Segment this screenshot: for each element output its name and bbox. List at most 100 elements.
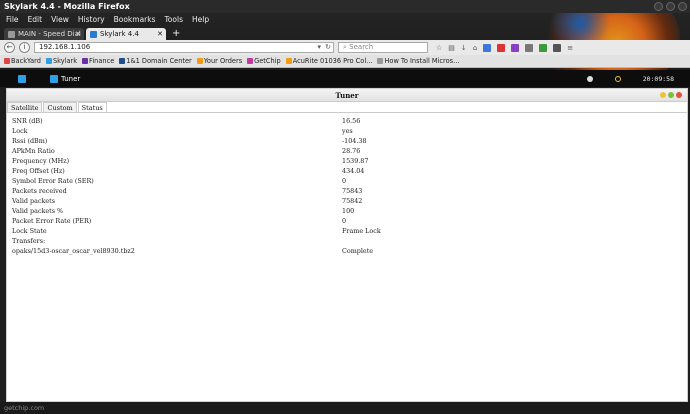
bookmark-label: AcuRite 01036 Pro Col... bbox=[292, 57, 373, 65]
table-row: APkMn Ratio 28.76 bbox=[7, 146, 687, 156]
reload-icon[interactable]: ↻ bbox=[325, 43, 331, 52]
tab-custom[interactable]: Custom bbox=[43, 102, 77, 112]
bookmark-install-micros[interactable]: How To Install Micros... bbox=[377, 57, 459, 65]
bookmark-your-orders[interactable]: Your Orders bbox=[196, 57, 242, 65]
menu-history[interactable]: History bbox=[78, 13, 105, 27]
maximize-button[interactable] bbox=[666, 2, 675, 11]
menu-help[interactable]: Help bbox=[192, 13, 209, 27]
extension-red-icon[interactable] bbox=[497, 43, 506, 52]
user-icon[interactable] bbox=[586, 75, 593, 82]
menu-edit[interactable]: Edit bbox=[28, 13, 43, 27]
tuner-app-icon[interactable] bbox=[50, 74, 58, 83]
menu-file[interactable]: File bbox=[6, 13, 19, 27]
extension-purple-icon[interactable] bbox=[511, 43, 520, 52]
page-icon bbox=[377, 58, 384, 64]
menu-tools[interactable]: Tools bbox=[165, 13, 183, 27]
row-value: 75842 bbox=[342, 197, 363, 205]
tuner-panel: Tuner Satellite Custom Status SNR (dB) 16… bbox=[6, 88, 688, 402]
menu-hamburger-icon[interactable]: ≡ bbox=[567, 44, 573, 52]
row-value: 0 bbox=[342, 177, 347, 185]
bookmark-label: How To Install Micros... bbox=[384, 57, 460, 65]
close-tab-icon[interactable]: ✕ bbox=[75, 28, 81, 40]
bookmark-backyard[interactable]: BackYard bbox=[4, 57, 41, 65]
url-dropdown-icon[interactable]: ▾ bbox=[317, 43, 321, 52]
extension-gray-icon[interactable] bbox=[525, 43, 534, 52]
table-row: Valid packets 75842 bbox=[7, 196, 687, 206]
row-key: Transfers: bbox=[12, 237, 46, 245]
table-row: Packet Error Rate (PER) 0 bbox=[7, 216, 687, 226]
library-icon[interactable]: ▤ bbox=[448, 44, 455, 52]
app-header-right: 20:09:58 bbox=[586, 70, 674, 87]
close-window-button[interactable] bbox=[678, 2, 687, 11]
row-value: -104.38 bbox=[342, 137, 367, 145]
info-icon[interactable]: i bbox=[19, 42, 30, 53]
new-tab-button[interactable]: + bbox=[168, 28, 184, 40]
window-titlebar: Skylark 4.4 - Mozilla Firefox bbox=[0, 0, 690, 13]
search-input[interactable]: ⌕ Search bbox=[338, 42, 428, 53]
extension-blue-icon[interactable] bbox=[483, 43, 492, 52]
row-key: Freq Offset (Hz) bbox=[12, 167, 65, 175]
skylark-logo-icon[interactable] bbox=[18, 74, 26, 83]
extension-dark-icon[interactable] bbox=[553, 43, 562, 52]
panel-header: Tuner bbox=[7, 89, 687, 102]
skylark-favicon-icon bbox=[90, 30, 97, 38]
row-value: 16.56 bbox=[342, 117, 361, 125]
row-key: APkMn Ratio bbox=[12, 147, 55, 155]
extension-green-icon[interactable] bbox=[539, 43, 548, 52]
row-value: Frame Lock bbox=[342, 227, 381, 235]
row-value: yes bbox=[342, 127, 353, 135]
star-icon[interactable]: ☆ bbox=[436, 44, 442, 52]
row-value: 28.76 bbox=[342, 147, 361, 155]
bookmark-label: BackYard bbox=[11, 57, 41, 65]
download-icon[interactable]: ↓ bbox=[461, 44, 467, 52]
menu-bookmarks[interactable]: Bookmarks bbox=[114, 13, 156, 27]
app-title[interactable]: Tuner bbox=[61, 75, 80, 83]
bookmark-label: GetChip bbox=[254, 57, 281, 65]
row-key: Valid packets % bbox=[12, 207, 64, 215]
back-button[interactable]: ← bbox=[4, 42, 15, 53]
bookmark-domain-center[interactable]: 1&1 Domain Center bbox=[119, 57, 192, 65]
bookmark-acurite[interactable]: AcuRite 01036 Pro Col... bbox=[285, 57, 373, 65]
row-value: 100 bbox=[342, 207, 355, 215]
url-bar[interactable]: 192.168.1.106 ▾ ↻ bbox=[34, 42, 334, 53]
menu-view[interactable]: View bbox=[51, 13, 69, 27]
app-header: Tuner 20:09:58 bbox=[0, 70, 690, 87]
amazon-icon bbox=[196, 58, 203, 64]
row-value: 1539.87 bbox=[342, 157, 369, 165]
row-value: Complete bbox=[342, 247, 374, 255]
row-value: 434.04 bbox=[342, 167, 365, 175]
panel-tabs: Satellite Custom Status bbox=[7, 102, 687, 113]
bookmark-favicon-icon bbox=[4, 58, 10, 64]
home-icon[interactable]: ⌂ bbox=[473, 44, 477, 52]
maximize-panel-button[interactable] bbox=[668, 92, 674, 98]
table-row: Packets received 75843 bbox=[7, 186, 687, 196]
table-row: SNR (dB) 16.56 bbox=[7, 116, 687, 126]
bookmark-label: Skylark bbox=[52, 57, 78, 65]
minimize-button[interactable] bbox=[654, 2, 663, 11]
bookmark-finance[interactable]: Finance bbox=[82, 57, 114, 65]
notification-icon[interactable] bbox=[614, 75, 621, 82]
tab-label: Skylark 4.4 bbox=[100, 30, 139, 38]
bookmark-skylark[interactable]: Skylark bbox=[45, 57, 78, 65]
url-text: 192.168.1.106 bbox=[39, 43, 91, 51]
clock: 20:09:58 bbox=[642, 74, 674, 83]
row-key: SNR (dB) bbox=[12, 117, 43, 125]
bookmark-favicon-icon bbox=[119, 58, 126, 64]
table-row: Transfers: bbox=[7, 236, 687, 246]
tab-label: MAIN - Speed Dial bbox=[18, 30, 81, 38]
search-placeholder: Search bbox=[349, 43, 374, 51]
bookmark-getchip[interactable]: GetChip bbox=[247, 57, 281, 65]
close-panel-button[interactable] bbox=[676, 92, 682, 98]
table-row: opaks/15d3-oscar_oscar_vel8930.tbz2 Compl… bbox=[7, 246, 687, 256]
table-row: Valid packets % 100 bbox=[7, 206, 687, 216]
tab-status[interactable]: Status bbox=[77, 102, 107, 112]
minimize-panel-button[interactable] bbox=[660, 92, 666, 98]
tab-satellite[interactable]: Satellite bbox=[7, 102, 43, 112]
tab-skylark[interactable]: Skylark 4.4 ✕ bbox=[86, 28, 166, 40]
bookmark-label: 1&1 Domain Center bbox=[126, 57, 192, 65]
window-title: Skylark 4.4 - Mozilla Firefox bbox=[4, 2, 130, 11]
tab-speed-dial[interactable]: MAIN - Speed Dial ✕ bbox=[4, 28, 84, 40]
close-tab-icon[interactable]: ✕ bbox=[157, 28, 163, 40]
status-bar: getchip.com bbox=[0, 402, 690, 414]
row-key: Packets received bbox=[12, 187, 67, 195]
